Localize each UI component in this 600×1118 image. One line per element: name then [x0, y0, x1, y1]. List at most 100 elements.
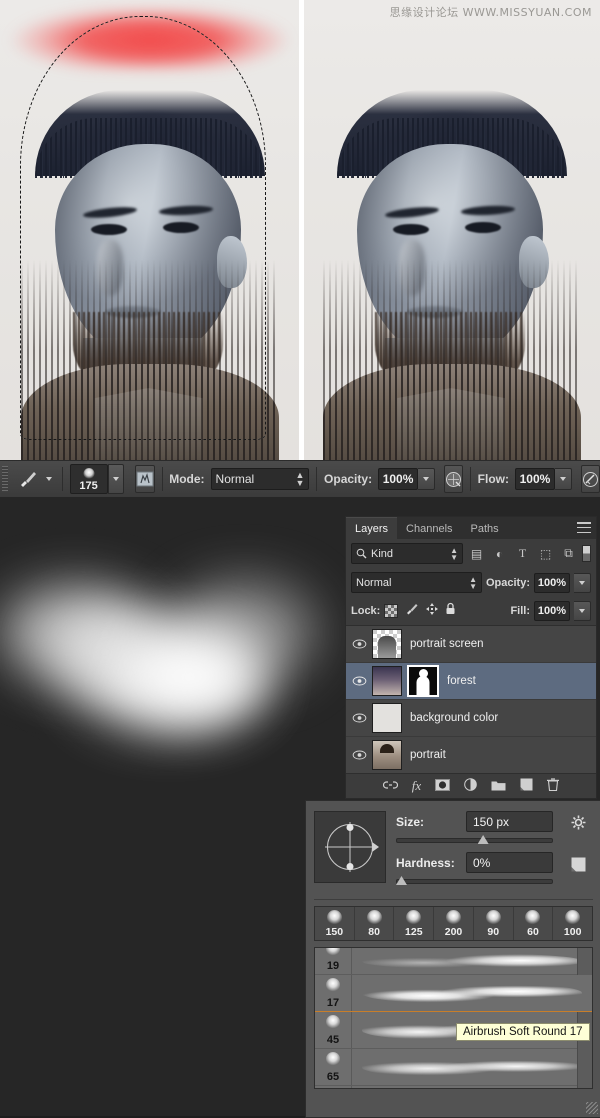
smart-object-filter-icon[interactable]: ⧉ — [559, 544, 578, 563]
toggle-brush-panel-button[interactable] — [134, 465, 155, 493]
layer-visibility-toggle[interactable] — [346, 750, 372, 760]
lock-image-icon[interactable] — [405, 602, 419, 620]
layer-visibility-toggle[interactable] — [346, 676, 372, 686]
brush-preset-item[interactable]: 150 — [315, 907, 355, 940]
brush-stroke-preview — [352, 1086, 592, 1088]
eye-icon — [352, 639, 366, 649]
airbrush-toggle-button[interactable] — [580, 465, 600, 493]
options-bar-grip[interactable] — [2, 466, 9, 492]
filter-kind-select[interactable]: Kind ▲ ▼ — [351, 543, 463, 564]
brush-size-label: 19 — [326, 960, 340, 972]
layer-thumbnail[interactable] — [372, 703, 402, 733]
brush-preset-item[interactable]: 60 — [514, 907, 554, 940]
fx-icon[interactable]: fx — [412, 778, 421, 794]
layer-blend-mode-select[interactable]: Normal ▲ ▼ — [351, 572, 482, 593]
blend-mode-select[interactable]: Normal ▲ ▼ — [210, 468, 310, 490]
brush-stroke-list[interactable]: 19 17 45 65 — [314, 947, 593, 1089]
fill-value[interactable]: 100% — [534, 601, 570, 621]
brush-preset-item[interactable]: 80 — [355, 907, 395, 940]
brush-tip-preview-icon — [83, 468, 95, 479]
brush-preset-item[interactable]: 100 — [553, 907, 592, 940]
list-item[interactable]: 17 — [315, 975, 592, 1012]
new-group-icon[interactable] — [491, 779, 506, 794]
adjustment-filter-icon[interactable]: ◐ — [490, 544, 509, 563]
panel-menu-icon[interactable] — [577, 522, 591, 533]
updown-arrows-icon: ▲ ▼ — [450, 545, 458, 562]
brush-tool-preset-picker[interactable] — [16, 468, 53, 490]
layer-opacity-dropdown[interactable] — [574, 572, 591, 593]
lock-position-icon[interactable] — [426, 602, 439, 620]
angle-arrow-icon[interactable] — [372, 842, 379, 852]
gear-icon[interactable] — [571, 815, 586, 835]
canvas-before[interactable] — [0, 0, 299, 460]
hardness-input[interactable]: 0% — [466, 852, 553, 873]
panel-tab-bar: Layers Channels Paths — [346, 517, 596, 539]
tool-options-bar: 175 Mode: Normal ▲ ▼ Opacity: 100% Flow:… — [0, 460, 600, 498]
brush-stroke-preview — [352, 948, 592, 974]
hardness-slider[interactable] — [396, 876, 553, 885]
table-row[interactable]: forest — [346, 663, 596, 700]
lock-transparency-icon[interactable] — [384, 604, 399, 618]
flow-dropdown-button[interactable] — [554, 468, 572, 490]
brush-tip-icon — [326, 948, 340, 956]
roundness-handle-bottom[interactable] — [346, 863, 354, 870]
opacity-control[interactable]: 100% — [378, 468, 436, 490]
filter-toggle-switch[interactable] — [582, 544, 591, 563]
tab-layers[interactable]: Layers — [346, 517, 398, 539]
new-layer-icon[interactable] — [520, 778, 533, 794]
opacity-value[interactable]: 100% — [378, 468, 419, 490]
tab-channels[interactable]: Channels — [397, 518, 461, 539]
table-row[interactable]: portrait screen — [346, 626, 596, 663]
shape-filter-icon[interactable]: ⬚ — [536, 544, 555, 563]
size-slider[interactable] — [396, 835, 553, 844]
panel-resize-grip[interactable] — [586, 1102, 598, 1114]
list-item[interactable] — [315, 1086, 592, 1088]
brush-tip-cell: 45 — [315, 1012, 352, 1048]
brush-preset-item[interactable]: 125 — [394, 907, 435, 940]
roundness-handle-top[interactable] — [346, 824, 354, 831]
layer-visibility-toggle[interactable] — [346, 639, 372, 649]
chevron-down-icon — [579, 609, 585, 613]
brush-size-picker[interactable]: 175 — [69, 464, 124, 494]
preset-size: 100 — [563, 926, 582, 938]
layer-thumbnail[interactable] — [372, 629, 402, 659]
brush-size-box[interactable]: 175 — [69, 464, 108, 494]
brush-tip-icon — [525, 910, 541, 925]
layer-name: forest — [447, 675, 476, 687]
brush-size-dropdown-button[interactable] — [107, 464, 124, 494]
layer-thumbnail[interactable] — [372, 740, 402, 770]
brush-angle-roundness-control[interactable] — [314, 811, 386, 883]
opacity-pressure-button[interactable] — [444, 465, 464, 493]
brush-list-scrollbar[interactable] — [577, 948, 592, 1088]
tab-paths[interactable]: Paths — [462, 518, 508, 539]
table-row[interactable]: portrait — [346, 737, 596, 773]
layers-panel-footer: fx — [346, 773, 596, 798]
list-item[interactable]: 65 — [315, 1049, 592, 1086]
delete-layer-icon[interactable] — [547, 778, 560, 794]
layer-opacity-value[interactable]: 100% — [534, 572, 570, 593]
preset-size: 60 — [527, 926, 539, 938]
fill-dropdown[interactable] — [574, 601, 591, 621]
pixel-filter-icon[interactable]: ▤ — [467, 544, 486, 563]
type-filter-icon[interactable]: T — [513, 544, 532, 563]
brush-preset-item[interactable]: 200 — [434, 907, 474, 940]
layer-mask-thumbnail[interactable] — [407, 665, 439, 697]
link-icon[interactable] — [382, 779, 398, 793]
add-mask-icon[interactable] — [435, 778, 451, 794]
layer-visibility-toggle[interactable] — [346, 713, 372, 723]
brush-preset-item[interactable]: 90 — [474, 907, 514, 940]
brush-tip-cell: 65 — [315, 1049, 352, 1085]
filter-kind-label: Kind — [371, 547, 394, 560]
layer-thumbnail[interactable] — [372, 666, 402, 696]
flow-control[interactable]: 100% — [514, 468, 572, 490]
table-row[interactable]: background color — [346, 700, 596, 737]
flow-value[interactable]: 100% — [514, 468, 555, 490]
adjustment-layer-icon[interactable] — [464, 778, 477, 794]
portrait-composite-right — [323, 90, 581, 460]
canvas-after[interactable]: 思缘设计论坛 WWW.MISSYUAN.COM — [304, 0, 600, 460]
size-input[interactable]: 150 px — [466, 811, 553, 832]
opacity-dropdown-button[interactable] — [418, 468, 436, 490]
list-item[interactable]: 19 — [315, 948, 592, 975]
lock-all-icon[interactable] — [445, 602, 456, 620]
new-preset-icon[interactable] — [571, 857, 586, 877]
